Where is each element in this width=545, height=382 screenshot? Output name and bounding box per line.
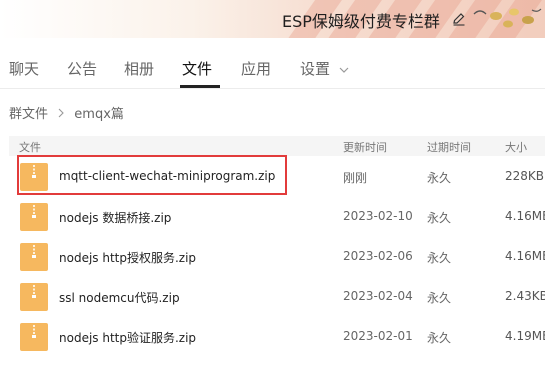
tab-announcements[interactable]: 公告 [67,58,97,79]
tab-settings[interactable]: 设置 [300,58,349,79]
tab-album[interactable]: 相册 [124,58,154,79]
file-size: 4.19MB [505,329,545,343]
banner-decoration [473,8,542,28]
file-row[interactable]: nodejs 数据桥接.zip 2023-02-10 永久 4.16MB [9,197,545,237]
breadcrumb: 群文件 emqx篇 [9,103,124,122]
file-expires: 永久 [427,171,452,185]
file-updated: 2023-02-06 [343,249,413,263]
header-size[interactable]: 大小 [505,139,527,155]
breadcrumb-root[interactable]: 群文件 [9,107,48,122]
file-name[interactable]: ssl nodemcu代码.zip [59,289,180,306]
file-size: 4.16MB [505,209,545,223]
file-updated: 2023-02-01 [343,329,413,343]
file-row[interactable]: ssl nodemcu代码.zip 2023-02-04 永久 2.43KB [9,277,545,317]
file-name[interactable]: nodejs 数据桥接.zip [59,209,171,226]
tabs-divider [0,88,545,89]
file-size: 2.43KB [505,289,545,303]
group-title: ESP保姆级付费专栏群 [282,12,440,31]
chevron-down-icon [339,67,349,73]
highlight-box [17,155,287,195]
group-banner: ESP保姆级付费专栏群 [0,0,545,38]
file-expires: 永久 [427,291,452,305]
tab-settings-label: 设置 [300,60,331,78]
chevron-right-icon [58,108,64,118]
file-updated: 刚刚 [343,171,368,185]
header-expires[interactable]: 过期时间 [427,139,471,155]
file-expires: 永久 [427,251,452,265]
zip-file-icon [20,323,48,351]
zip-file-icon [20,203,48,231]
file-size: 4.16MB [505,249,545,263]
zip-file-icon [20,243,48,271]
file-row[interactable]: nodejs http授权服务.zip 2023-02-06 永久 4.16MB [9,237,545,277]
file-updated: 2023-02-04 [343,289,413,303]
file-expires: 永久 [427,331,452,345]
header-file[interactable]: 文件 [19,139,41,155]
file-row[interactable]: nodejs http验证服务.zip 2023-02-01 永久 4.19MB [9,317,545,357]
tab-chat[interactable]: 聊天 [9,58,39,79]
tab-files[interactable]: 文件 [182,58,212,79]
pencil-icon[interactable] [452,12,466,26]
group-tabs: 聊天 公告 相册 文件 应用 设置 [0,52,545,90]
breadcrumb-current: emqx篇 [74,107,124,122]
file-updated: 2023-02-10 [343,209,413,223]
file-expires: 永久 [427,211,452,225]
zip-file-icon [20,283,48,311]
file-size: 228KB [505,169,545,183]
file-name[interactable]: nodejs http授权服务.zip [59,249,196,266]
file-table-header: 文件 更新时间 过期时间 大小 [9,136,545,156]
header-updated[interactable]: 更新时间 [343,139,387,155]
tab-apps[interactable]: 应用 [241,58,271,79]
file-name[interactable]: nodejs http验证服务.zip [59,329,196,346]
